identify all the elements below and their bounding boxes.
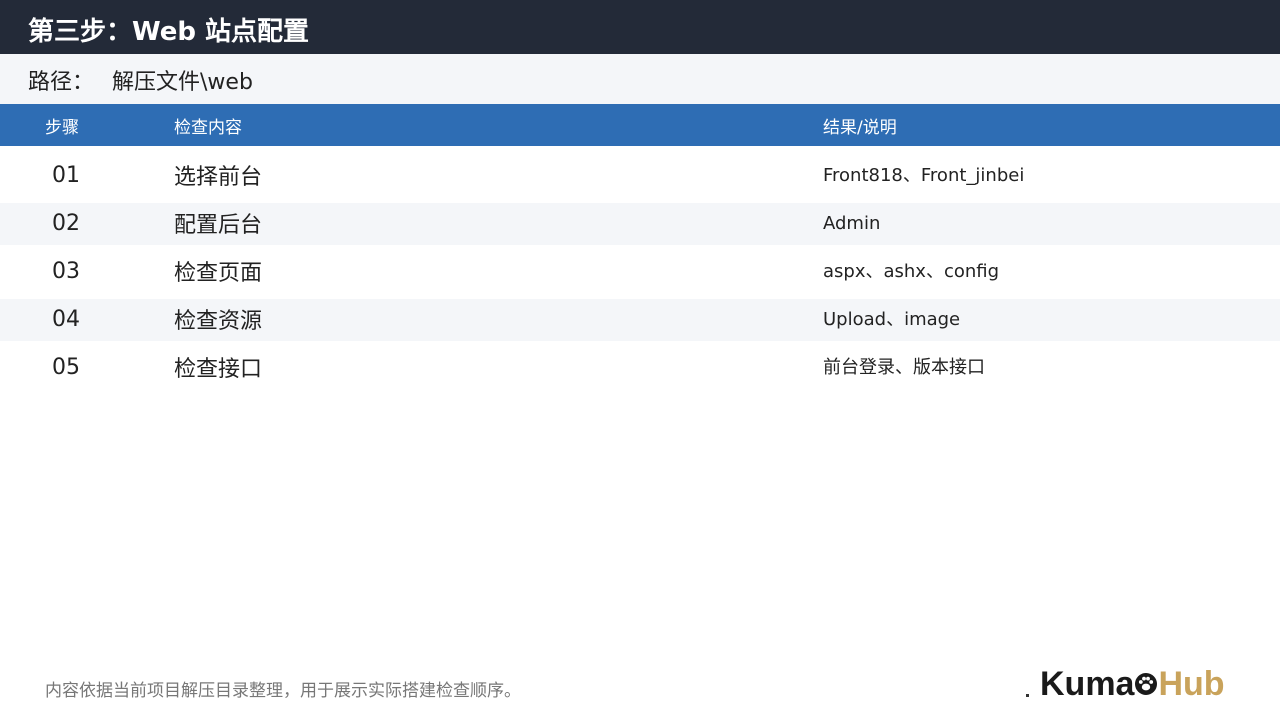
decorative-dot	[1026, 694, 1029, 697]
logo-text-kuma: Kuma	[1040, 665, 1135, 703]
row-result: aspx、ashx、config	[823, 261, 1000, 282]
row-step: 02	[52, 211, 80, 236]
path-row: 路径： 解压文件\web	[0, 54, 1280, 104]
table-body: 01 选择前台 Front818、Front_jinbei 02 配置后台 Ad…	[0, 152, 1280, 392]
table-header: 步骤 检查内容 结果/说明	[0, 104, 1280, 146]
logo-text-hub: Hub	[1158, 665, 1225, 703]
table-row: 05 检查接口 前台登录、版本接口	[0, 344, 1280, 392]
kumahub-logo: Kuma Hub	[1040, 664, 1225, 704]
footnote: 内容依据当前项目解压目录整理，用于展示实际搭建检查顺序。	[45, 681, 521, 701]
row-result: 前台登录、版本接口	[823, 357, 985, 378]
table-row: 01 选择前台 Front818、Front_jinbei	[0, 152, 1280, 200]
path-value: 解压文件\web	[112, 70, 253, 95]
row-check-item: 检查资源	[174, 309, 263, 334]
row-check-item: 检查接口	[174, 357, 263, 382]
row-check-item: 配置后台	[174, 213, 263, 238]
row-result: Front818、Front_jinbei	[823, 165, 1025, 186]
table-row: 02 配置后台 Admin	[0, 200, 1280, 248]
column-header-result: 结果/说明	[823, 118, 897, 138]
table-row: 04 检查资源 Upload、image	[0, 296, 1280, 344]
table-row: 03 检查页面 aspx、ashx、config	[0, 248, 1280, 296]
column-header-check: 检查内容	[174, 118, 242, 138]
row-step: 04	[52, 307, 80, 332]
row-check-item: 检查页面	[174, 261, 263, 286]
row-check-item: 选择前台	[174, 165, 263, 190]
column-header-step: 步骤	[45, 118, 79, 138]
row-step: 03	[52, 259, 80, 284]
row-step: 01	[52, 163, 80, 188]
paw-icon	[1135, 673, 1158, 696]
row-result: Upload、image	[823, 309, 961, 330]
page-title: 第三步：Web 站点配置	[28, 17, 310, 47]
row-result: Admin	[823, 213, 881, 234]
row-step: 05	[52, 355, 80, 380]
page-title-bar: 第三步：Web 站点配置	[0, 0, 1280, 54]
